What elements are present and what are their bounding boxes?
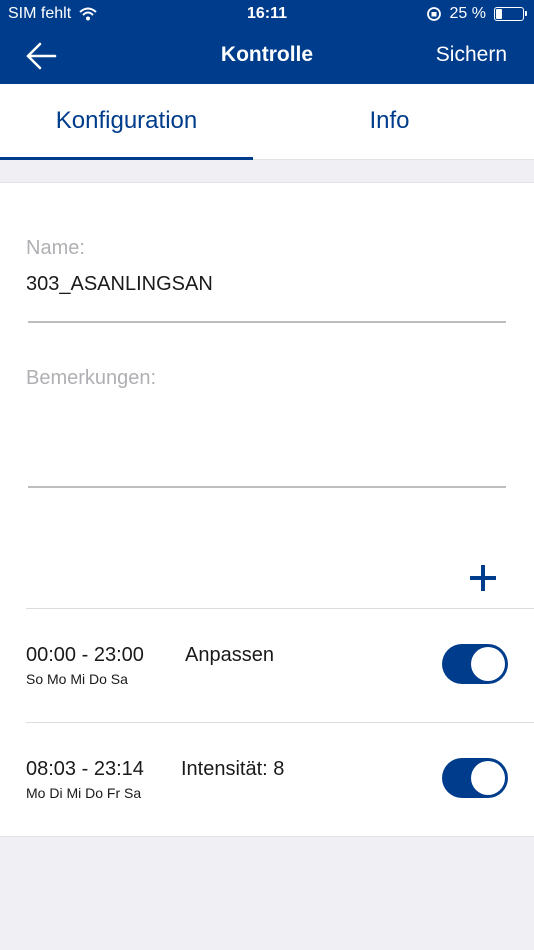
divider	[26, 608, 534, 609]
remarks-field-underline	[28, 486, 506, 488]
tab-info[interactable]: Info	[263, 84, 516, 160]
tab-label: Konfiguration	[55, 107, 198, 134]
remarks-label: Bemerkungen:	[26, 367, 157, 389]
name-field-underline	[28, 321, 506, 323]
config-form: Name: 303_ASANLINGSAN Bemerkungen: 00:00…	[0, 182, 534, 837]
schedule-days: Mo Di Mi Do Fr Sa	[26, 785, 142, 801]
status-bar: SIM fehlt 16:11 25 %	[0, 0, 534, 28]
battery-icon	[494, 7, 527, 21]
nav-bar: Kontrolle Sichern	[0, 28, 534, 84]
schedule-toggle[interactable]	[442, 644, 508, 684]
orientation-lock-icon	[426, 7, 441, 21]
tab-configuration[interactable]: Konfiguration	[0, 84, 253, 160]
schedule-days: So Mo Mi Do Sa	[26, 671, 128, 687]
schedule-toggle[interactable]	[442, 758, 508, 798]
active-tab-indicator	[0, 157, 253, 160]
schedule-action: Anpassen	[185, 644, 274, 666]
schedule-time: 08:03 - 23:14	[26, 758, 144, 780]
battery-percent: 25 %	[449, 5, 486, 22]
schedule-time: 00:00 - 23:00	[26, 644, 144, 666]
toggle-knob	[471, 647, 505, 681]
add-schedule-button[interactable]	[468, 563, 498, 593]
save-button[interactable]: Sichern	[436, 43, 507, 67]
divider	[26, 722, 534, 723]
toggle-knob	[471, 761, 505, 795]
schedule-action: Intensität: 8	[181, 758, 285, 780]
tab-bar: Konfiguration Info	[0, 84, 534, 160]
tab-label: Info	[369, 107, 410, 134]
name-label: Name:	[26, 237, 85, 259]
remarks-field[interactable]	[26, 403, 504, 483]
name-field[interactable]: 303_ASANLINGSAN	[26, 273, 213, 296]
